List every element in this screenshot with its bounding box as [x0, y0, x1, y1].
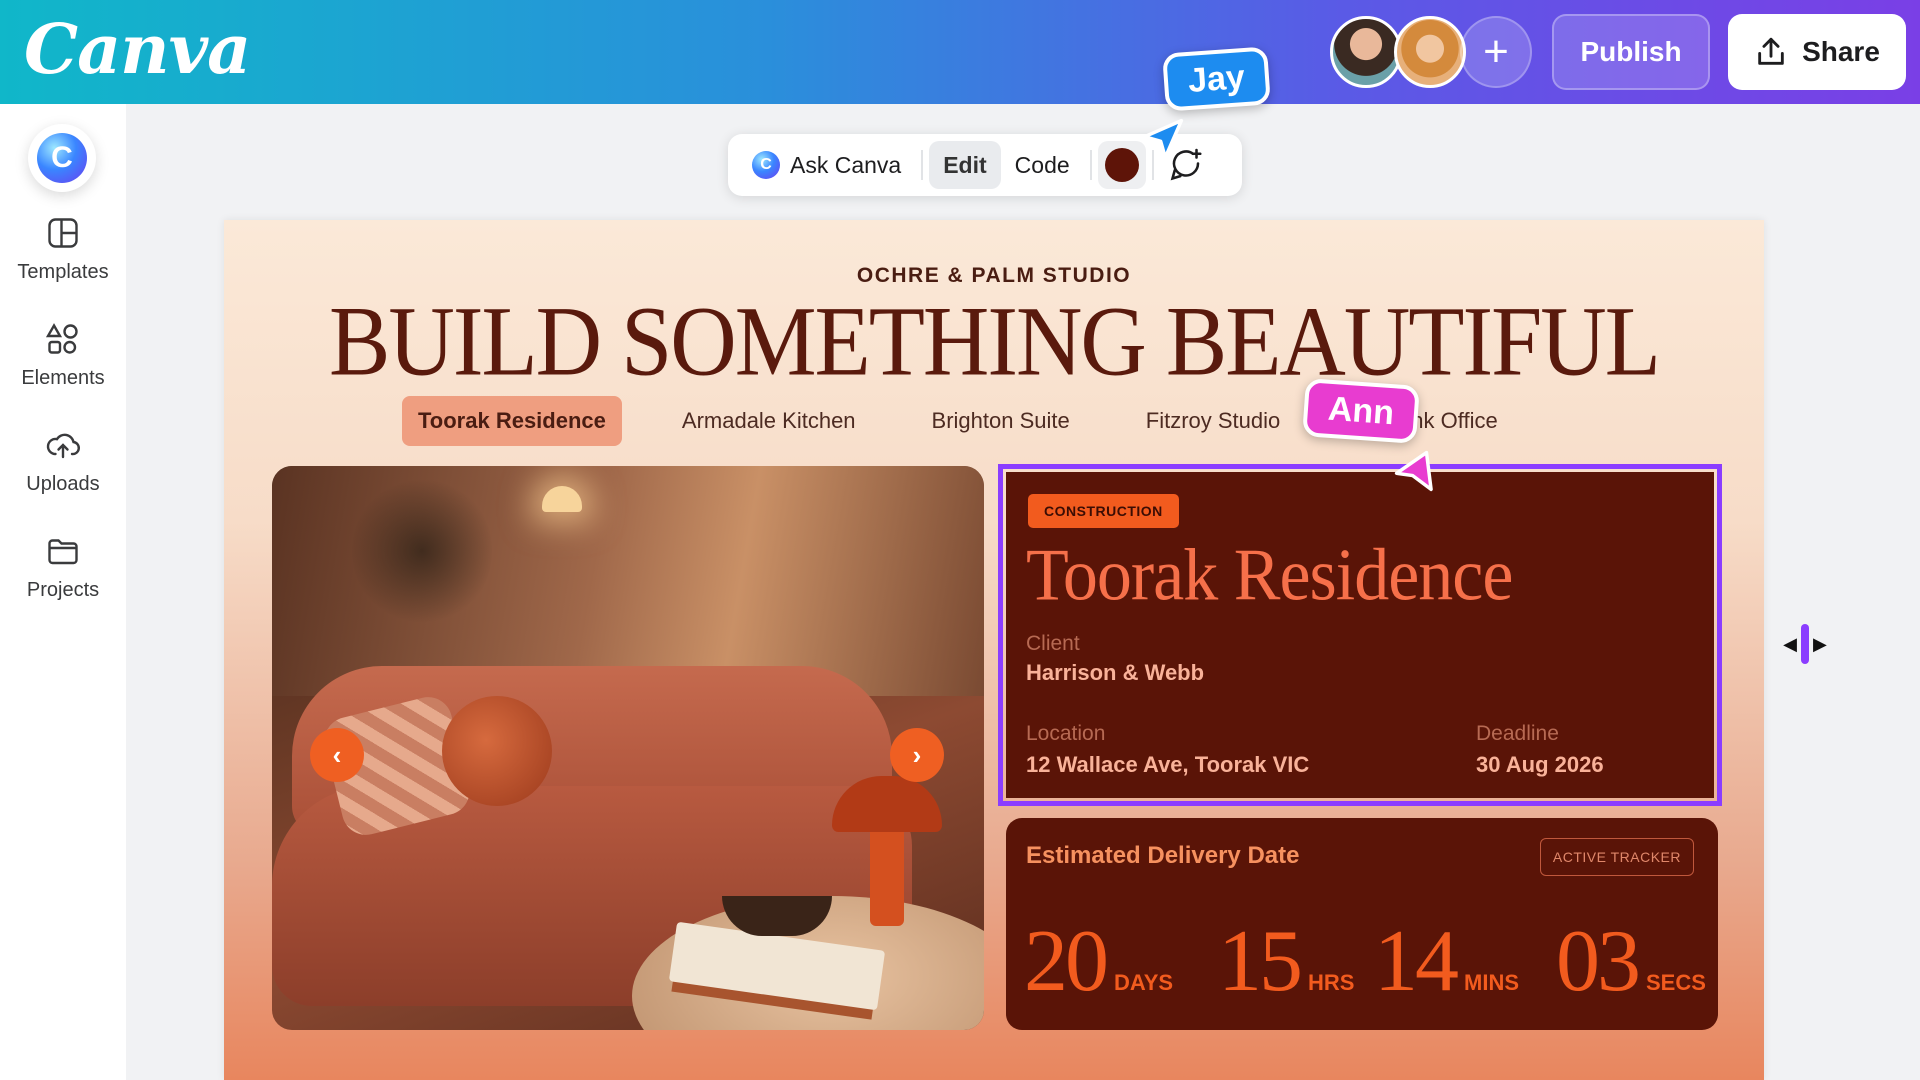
tab-brighton-suite[interactable]: Brighton Suite [916, 396, 1086, 446]
sidebar-item-elements[interactable]: Elements [0, 310, 126, 400]
avatar[interactable] [1394, 16, 1466, 88]
templates-icon [48, 217, 78, 248]
color-picker-button[interactable] [1097, 141, 1146, 189]
share-label: Share [1802, 36, 1880, 67]
ask-canva-label: Ask Canva [790, 151, 902, 178]
countdown-days: 20 DAYS [1024, 918, 1173, 1006]
collaborator-cursor-jay: Jay [1162, 46, 1271, 112]
elements-icon [45, 322, 78, 354]
ask-canva-button[interactable]: C Ask Canva [738, 141, 915, 189]
carousel-next-button[interactable]: › [890, 728, 944, 782]
countdown-hours: 15 HRS [1218, 918, 1354, 1006]
photo-plant [352, 476, 492, 626]
tab-fitzroy-studio[interactable]: Fitzroy Studio [1130, 396, 1297, 446]
sidebar-item-templates[interactable]: Templates [0, 204, 126, 294]
arrow-right-icon: ▶ [1813, 633, 1827, 654]
code-button[interactable]: Code [1001, 141, 1084, 189]
arrow-left-icon: ◀ [1783, 633, 1797, 654]
canva-ai-button[interactable]: C [28, 124, 96, 192]
toolbar-divider [921, 150, 924, 180]
avatar[interactable] [1330, 16, 1402, 88]
countdown-hours-value: 15 [1218, 913, 1303, 1010]
sidebar-item-label: Uploads [26, 472, 100, 495]
carousel-prev-button[interactable]: ‹ [310, 728, 364, 782]
cursor-arrow-icon [1142, 118, 1184, 160]
collaborator-cursor-ann: Ann [1302, 378, 1420, 444]
active-tracker-badge: ACTIVE TRACKER [1539, 838, 1694, 876]
sidebar-item-label: Projects [26, 578, 100, 601]
countdown-days-unit: DAYS [1114, 970, 1174, 995]
sidebar: C Templates Elements Uploads Projects [0, 104, 126, 1080]
selection-outline [998, 464, 1722, 806]
share-upload-icon [1758, 37, 1784, 65]
canva-ai-icon: C [752, 151, 780, 179]
countdown-hours-unit: HRS [1308, 970, 1355, 995]
tab-armadale-kitchen[interactable]: Armadale Kitchen [666, 396, 872, 446]
photo-pillow [442, 696, 552, 806]
add-collaborator-button[interactable]: + [1460, 16, 1532, 88]
sidebar-item-projects[interactable]: Projects [0, 522, 126, 612]
countdown-seconds-unit: SECS [1646, 970, 1706, 995]
sidebar-item-label: Templates [17, 260, 109, 283]
canva-logo[interactable]: Canva [24, 10, 251, 90]
tab-toorak-residence[interactable]: Toorak Residence [402, 396, 622, 446]
delivery-card[interactable]: Estimated Delivery Date ACTIVE TRACKER 2… [1006, 818, 1718, 1030]
collaborator-avatars [1330, 16, 1466, 88]
project-photo[interactable]: ‹ › [272, 466, 984, 1030]
toolbar-divider [1089, 150, 1092, 180]
top-bar: Canva + Publish Share [0, 0, 1920, 104]
countdown-seconds: 03 SECS [1556, 918, 1706, 1006]
design-page[interactable]: OCHRE & PALM STUDIO BUILD SOMETHING BEAU… [224, 220, 1764, 1080]
page-resize-handle[interactable]: ◀ ▶ [1776, 624, 1834, 664]
photo-lamp-stem [870, 826, 904, 926]
page-headline: BUILD SOMETHING BEAUTIFUL [329, 285, 1661, 397]
projects-icon [48, 538, 78, 564]
sidebar-item-uploads[interactable]: Uploads [0, 416, 126, 506]
countdown-minutes: 14 MINS [1374, 918, 1519, 1006]
uploads-icon [46, 433, 80, 458]
cursor-arrow-icon [1394, 450, 1433, 492]
sidebar-item-label: Elements [21, 366, 105, 389]
countdown-seconds-value: 03 [1556, 913, 1641, 1010]
color-swatch [1104, 148, 1139, 182]
share-button[interactable]: Share [1728, 14, 1906, 90]
countdown-minutes-unit: MINS [1464, 970, 1519, 995]
countdown-days-value: 20 [1024, 913, 1109, 1010]
resize-bar [1801, 624, 1809, 664]
countdown-minutes-value: 14 [1374, 913, 1459, 1010]
delivery-title: Estimated Delivery Date [1026, 842, 1300, 869]
publish-button[interactable]: Publish [1552, 14, 1710, 90]
canva-ai-icon: C [37, 133, 87, 183]
edit-button[interactable]: Edit [929, 141, 1001, 189]
